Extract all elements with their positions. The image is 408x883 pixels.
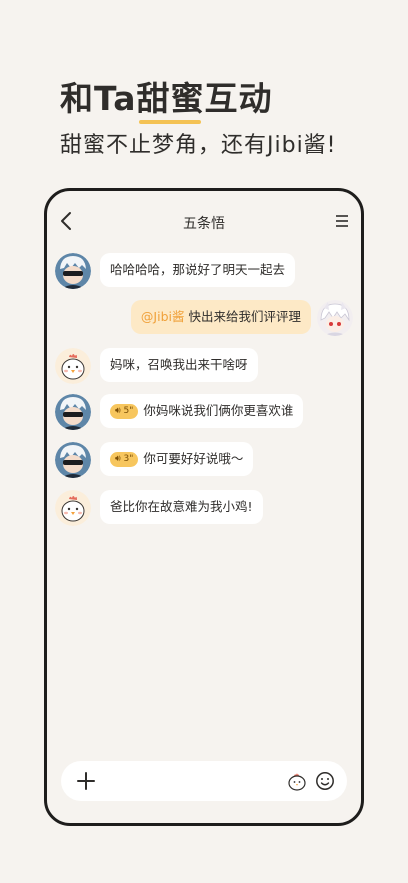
headline-part-1: 和Ta bbox=[60, 79, 137, 118]
mention-tag[interactable]: @Jibi酱 bbox=[141, 309, 185, 324]
voice-duration: 5" bbox=[123, 406, 134, 416]
gojo-avatar[interactable] bbox=[55, 442, 91, 478]
message-text: 你可要好好说哦～ bbox=[143, 451, 244, 466]
headline-part-2: 互动 bbox=[204, 79, 273, 118]
voice-duration-badge[interactable]: 🔊︎ 5" bbox=[110, 404, 139, 419]
subheadline: 甜蜜不止梦角，还有Jibi酱! bbox=[60, 133, 337, 158]
chat-header: 五条悟 bbox=[47, 191, 361, 251]
message-row: 哈哈哈哈，那说好了明天一起去 bbox=[47, 250, 361, 294]
message-text: 快出来给我们评评理 bbox=[188, 309, 301, 324]
message-bubble[interactable]: 哈哈哈哈，那说好了明天一起去 bbox=[100, 253, 296, 287]
chick-icon[interactable] bbox=[287, 771, 307, 791]
promo-screen: 和Ta甜蜜互动 甜蜜不止梦角，还有Jibi酱! 五条悟 哈哈哈哈，那说好了明天一… bbox=[0, 0, 408, 883]
plus-icon[interactable] bbox=[77, 772, 95, 790]
headline: 和Ta甜蜜互动 bbox=[60, 72, 273, 124]
emoji-icon[interactable] bbox=[315, 771, 335, 791]
message-composer[interactable] bbox=[61, 761, 347, 801]
message-row: @Jibi酱 快出来给我们评评理 bbox=[47, 297, 361, 341]
gojo-avatar[interactable] bbox=[55, 394, 91, 430]
sound-wave-icon: 🔊︎ bbox=[115, 454, 121, 464]
voice-message-bubble[interactable]: 🔊︎ 3" 你可要好好说哦～ bbox=[100, 442, 254, 476]
message-row: 🔊︎ 3" 你可要好好说哦～ bbox=[47, 439, 361, 483]
message-text: 你妈咪说我们俩你更喜欢谁 bbox=[143, 403, 294, 418]
message-bubble[interactable]: 妈咪，召唤我出来干啥呀 bbox=[100, 348, 258, 382]
chick-avatar[interactable] bbox=[55, 490, 91, 526]
gojo-avatar[interactable] bbox=[55, 253, 91, 289]
headline-highlight: 甜蜜 bbox=[137, 72, 205, 124]
sound-wave-icon: 🔊︎ bbox=[115, 406, 121, 416]
voice-message-bubble[interactable]: 🔊︎ 5" 你妈咪说我们俩你更喜欢谁 bbox=[100, 394, 304, 428]
message-bubble[interactable]: @Jibi酱 快出来给我们评评理 bbox=[130, 300, 311, 334]
phone-frame: 五条悟 哈哈哈哈，那说好了明天一起去 @Jibi酱 快出来给我们评评理 妈咪，召… bbox=[44, 188, 364, 826]
chick-avatar[interactable] bbox=[55, 348, 91, 384]
user-avatar[interactable] bbox=[317, 300, 353, 336]
chat-title: 五条悟 bbox=[183, 216, 225, 232]
message-bubble[interactable]: 爸比你在故意难为我小鸡! bbox=[100, 490, 263, 524]
voice-duration-badge[interactable]: 🔊︎ 3" bbox=[110, 452, 139, 467]
message-row: 妈咪，召唤我出来干啥呀 bbox=[47, 345, 361, 389]
menu-icon[interactable] bbox=[335, 214, 349, 228]
message-row: 爸比你在故意难为我小鸡! bbox=[47, 487, 361, 531]
voice-duration: 3" bbox=[123, 454, 134, 464]
message-row: 🔊︎ 5" 你妈咪说我们俩你更喜欢谁 bbox=[47, 391, 361, 435]
